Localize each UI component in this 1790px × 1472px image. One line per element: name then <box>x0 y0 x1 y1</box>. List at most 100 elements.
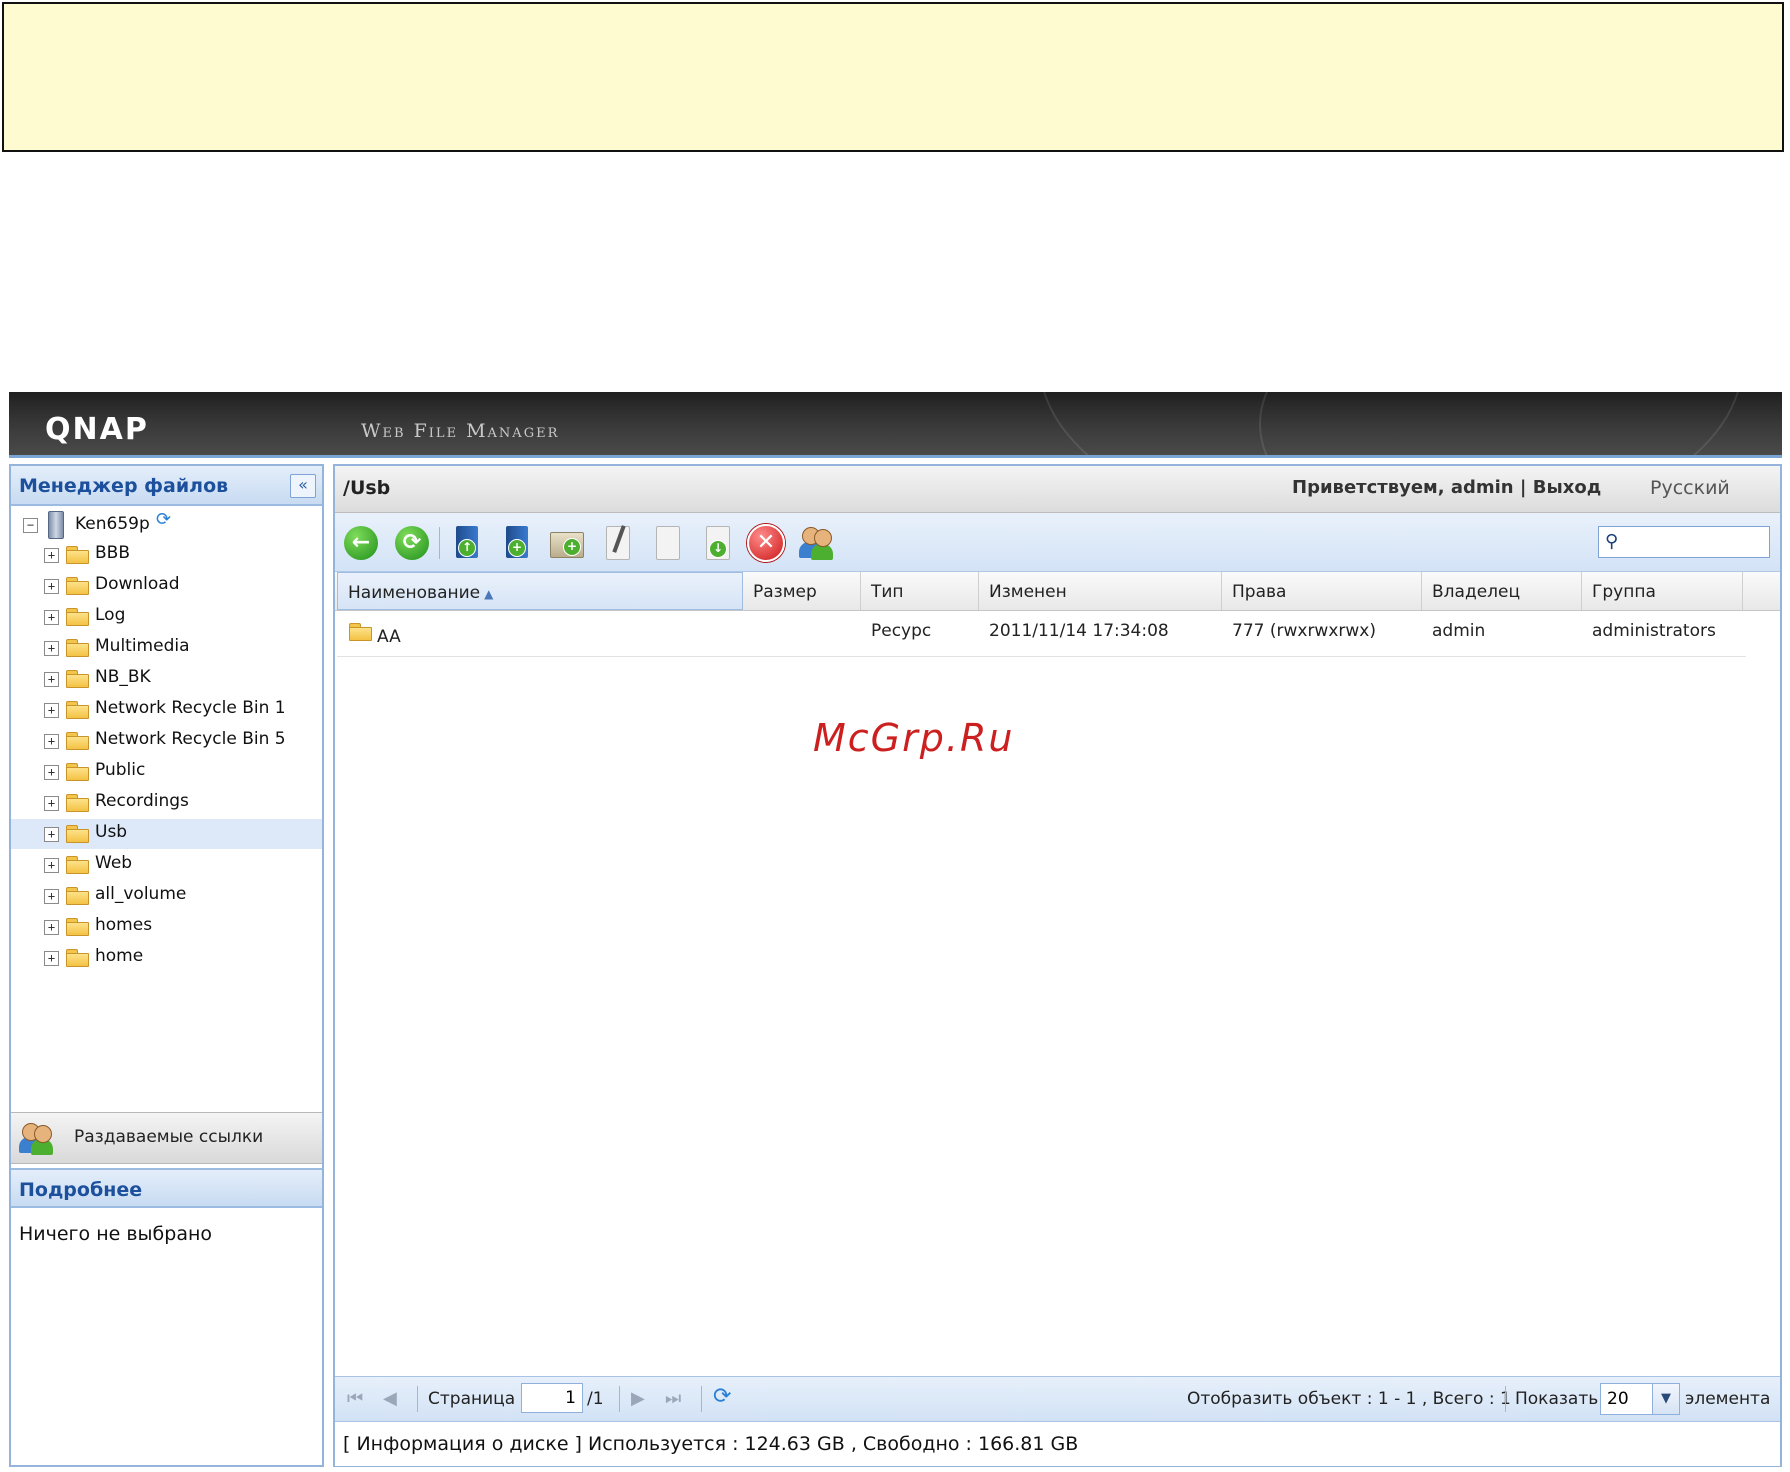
copy-icon <box>656 526 680 560</box>
sidebar-item-label: homes <box>95 915 153 935</box>
folder-icon <box>66 887 90 905</box>
column-header-size[interactable]: Размер <box>743 572 861 610</box>
main-top-bar: /Usb Приветствуем, admin | Выход Русский <box>335 466 1780 513</box>
expand-node-icon[interactable]: + <box>44 951 59 966</box>
sidebar-item-recordings[interactable]: + Recordings <box>11 788 322 818</box>
delete-icon: ✕ <box>747 524 785 562</box>
folder-icon <box>66 856 90 874</box>
cell-permissions: 777 (rwxrwxrwx) <box>1232 621 1376 641</box>
sidebar-item-homes[interactable]: + homes <box>11 912 322 942</box>
column-header-name[interactable]: Наименование ▲ <box>337 572 743 610</box>
logout-link[interactable]: Выход <box>1533 477 1602 498</box>
last-page-icon[interactable]: ⏭ <box>665 1388 681 1409</box>
expand-node-icon[interactable]: + <box>44 920 59 935</box>
folder-icon <box>66 577 90 595</box>
sidebar-item-label: Usb <box>95 822 128 842</box>
expand-node-icon[interactable]: + <box>44 703 59 718</box>
column-header-owner[interactable]: Владелец <box>1422 572 1582 610</box>
expand-node-icon[interactable]: + <box>44 889 59 904</box>
sidebar-item-label: Recordings <box>95 791 189 811</box>
first-page-icon[interactable]: ⏮ <box>347 1388 363 1409</box>
sidebar-item-home[interactable]: + home <box>11 943 322 973</box>
folder-icon <box>66 732 90 750</box>
cell-name: AA <box>377 627 401 647</box>
search-input[interactable] <box>1629 530 1765 556</box>
pagination-bar: ⏮ ◀ Страница /1 ▶ ⏭ ⟳ Отобразить объект … <box>335 1376 1780 1421</box>
refresh-button[interactable]: ⟳ <box>393 524 431 562</box>
sidebar-item-log[interactable]: + Log <box>11 602 322 632</box>
expand-node-icon[interactable]: + <box>44 827 59 842</box>
sidebar-item-bbb[interactable]: + BBB <box>11 540 322 570</box>
current-path: /Usb <box>343 477 391 499</box>
column-header-permissions[interactable]: Права <box>1222 572 1422 610</box>
sidebar-item-label: Log <box>95 605 126 625</box>
server-icon <box>48 511 64 539</box>
sidebar-title: Менеджер файлов <box>19 475 229 497</box>
expand-node-icon[interactable]: + <box>44 796 59 811</box>
delete-button[interactable]: ✕ <box>747 524 785 562</box>
sidebar-item-download[interactable]: + Download <box>11 571 322 601</box>
share-link-button[interactable] <box>797 524 835 562</box>
expand-node-icon[interactable]: + <box>44 765 59 780</box>
rename-icon <box>606 525 630 560</box>
create-share-button[interactable]: + <box>497 524 535 562</box>
rename-button[interactable] <box>597 524 635 562</box>
tree-root-node[interactable]: − Ken659p ⟳ <box>17 509 317 539</box>
per-page-value: 20 <box>1607 1389 1629 1409</box>
folder-icon <box>66 639 90 657</box>
page-label: Страница <box>428 1389 516 1409</box>
chevron-down-icon[interactable]: ▼ <box>1652 1384 1679 1414</box>
new-folder-button[interactable]: + <box>547 524 585 562</box>
next-page-icon[interactable]: ▶ <box>631 1388 645 1409</box>
sidebar-item-web[interactable]: + Web <box>11 850 322 880</box>
folder-icon <box>349 623 373 641</box>
collapse-sidebar-icon[interactable]: « <box>290 474 316 498</box>
sidebar-item-network-recycle-bin-1[interactable]: + Network Recycle Bin 1 <box>11 695 322 725</box>
sidebar-item-network-recycle-bin-5[interactable]: + Network Recycle Bin 5 <box>11 726 322 756</box>
per-page-select[interactable]: 20 ▼ <box>1600 1383 1680 1415</box>
sort-ascending-icon: ▲ <box>484 587 494 601</box>
sidebar-item-public[interactable]: + Public <box>11 757 322 787</box>
expand-node-icon[interactable]: + <box>44 672 59 687</box>
table-row[interactable]: AA Ресурс 2011/11/14 17:34:08 777 (rwxrw… <box>337 612 1746 657</box>
share-links-label: Раздаваемые ссылки <box>74 1127 264 1147</box>
upload-icon: ↑ <box>456 526 478 558</box>
move-button[interactable]: ↓ <box>697 524 735 562</box>
sidebar-item-usb[interactable]: + Usb <box>11 819 322 849</box>
share-link-icon <box>797 524 835 562</box>
expand-node-icon[interactable]: + <box>44 548 59 563</box>
items-label: элемента <box>1685 1389 1771 1409</box>
expand-node-icon[interactable]: + <box>44 579 59 594</box>
page-total: /1 <box>587 1389 604 1409</box>
back-button[interactable]: ← <box>342 524 380 562</box>
sidebar-item-multimedia[interactable]: + Multimedia <box>11 633 322 663</box>
reload-icon[interactable]: ⟳ <box>713 1384 731 1409</box>
sidebar-item-nb-bk[interactable]: + NB_BK <box>11 664 322 694</box>
move-icon: ↓ <box>706 526 730 560</box>
welcome-separator: | <box>1519 477 1527 498</box>
expand-node-icon[interactable]: + <box>44 641 59 656</box>
copy-button[interactable] <box>647 524 685 562</box>
upload-button[interactable]: ↑ <box>447 524 485 562</box>
cell-modified: 2011/11/14 17:34:08 <box>989 621 1169 641</box>
language-selector[interactable]: Русский <box>1650 477 1730 499</box>
expand-node-icon[interactable]: + <box>44 858 59 873</box>
search-icon: ⚲ <box>1605 531 1619 552</box>
page-number-input[interactable] <box>521 1383 583 1413</box>
create-share-icon: + <box>506 526 528 558</box>
expand-node-icon[interactable]: + <box>44 734 59 749</box>
pager-divider <box>417 1386 418 1412</box>
back-icon: ← <box>344 526 378 560</box>
toolbar-divider <box>439 527 440 559</box>
column-header-type[interactable]: Тип <box>861 572 979 610</box>
column-header-group[interactable]: Группа <box>1582 572 1743 610</box>
column-header-modified[interactable]: Изменен <box>979 572 1222 610</box>
collapse-node-icon[interactable]: − <box>23 518 38 533</box>
previous-page-icon[interactable]: ◀ <box>383 1388 397 1409</box>
refresh-tree-icon[interactable]: ⟳ <box>156 509 171 530</box>
expand-node-icon[interactable]: + <box>44 610 59 625</box>
pager-divider <box>619 1386 620 1412</box>
sidebar-item-all-volume[interactable]: + all_volume <box>11 881 322 911</box>
details-text: Ничего не выбрано <box>19 1223 213 1245</box>
share-links-button[interactable]: Раздаваемые ссылки <box>11 1112 322 1164</box>
